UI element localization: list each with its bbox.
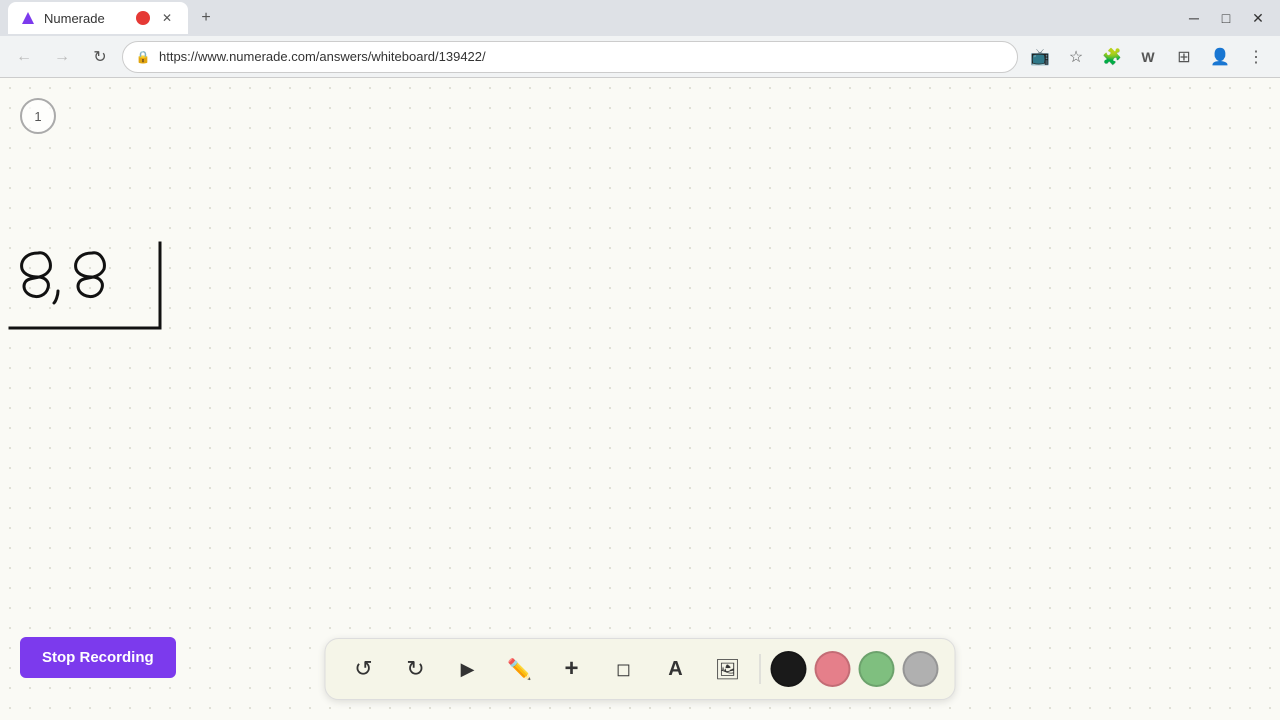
refresh-button[interactable]: ↻ [84, 41, 116, 73]
profile-button[interactable]: 👤 [1204, 41, 1236, 73]
browser-frame: Numerade ✕ + ─ □ ✕ ← → ↻ 🔒 📺 ☆ 🧩 W ⊞ 👤 ⋮ [0, 0, 1280, 720]
select-tool[interactable]: ▶ [446, 647, 490, 691]
lock-icon: 🔒 [135, 49, 151, 65]
extensions-button[interactable]: 🧩 [1096, 41, 1128, 73]
grid-button[interactable]: ⊞ [1168, 41, 1200, 73]
url-input[interactable] [159, 49, 1005, 64]
stop-recording-button[interactable]: Stop Recording [20, 637, 176, 678]
browser-tab[interactable]: Numerade ✕ [8, 2, 188, 34]
window-controls: ─ □ ✕ [1180, 4, 1272, 32]
bookmark-button[interactable]: ☆ [1060, 41, 1092, 73]
timer-indicator: 1 [20, 98, 56, 134]
add-button[interactable]: + [550, 647, 594, 691]
pen-tool[interactable]: ✏️ [498, 647, 542, 691]
tab-favicon [20, 10, 36, 26]
page-content: 1 Stop [0, 78, 1280, 720]
toolbar-divider [760, 654, 761, 684]
tab-close-button[interactable]: ✕ [158, 9, 176, 27]
nav-right-buttons: 📺 ☆ 🧩 W ⊞ 👤 ⋮ [1024, 41, 1272, 73]
drawing-toolbar: ↺ ↻ ▶ ✏️ + ◻ A 🖼 [325, 638, 956, 700]
eraser-tool[interactable]: ◻ [602, 647, 646, 691]
back-button[interactable]: ← [8, 41, 40, 73]
color-gray[interactable] [903, 651, 939, 687]
close-button[interactable]: ✕ [1244, 4, 1272, 32]
timer-label: 1 [34, 109, 41, 124]
address-bar[interactable]: 🔒 [122, 41, 1018, 73]
text-tool[interactable]: A [654, 647, 698, 691]
tab-title: Numerade [44, 11, 128, 26]
color-black[interactable] [771, 651, 807, 687]
undo-button[interactable]: ↺ [342, 647, 386, 691]
image-tool[interactable]: 🖼 [706, 647, 750, 691]
title-bar: Numerade ✕ + ─ □ ✕ [0, 0, 1280, 36]
maximize-button[interactable]: □ [1212, 4, 1240, 32]
menu-button[interactable]: ⋮ [1240, 41, 1272, 73]
recording-dot [136, 11, 150, 25]
whiteboard-canvas[interactable]: 1 Stop [0, 78, 1280, 720]
redo-button[interactable]: ↻ [394, 647, 438, 691]
forward-button[interactable]: → [46, 41, 78, 73]
color-green[interactable] [859, 651, 895, 687]
cast-button[interactable]: 📺 [1024, 41, 1056, 73]
minimize-button[interactable]: ─ [1180, 4, 1208, 32]
w-button[interactable]: W [1132, 41, 1164, 73]
color-pink[interactable] [815, 651, 851, 687]
new-tab-button[interactable]: + [192, 4, 220, 32]
math-drawing [10, 233, 210, 348]
nav-bar: ← → ↻ 🔒 📺 ☆ 🧩 W ⊞ 👤 ⋮ [0, 36, 1280, 78]
